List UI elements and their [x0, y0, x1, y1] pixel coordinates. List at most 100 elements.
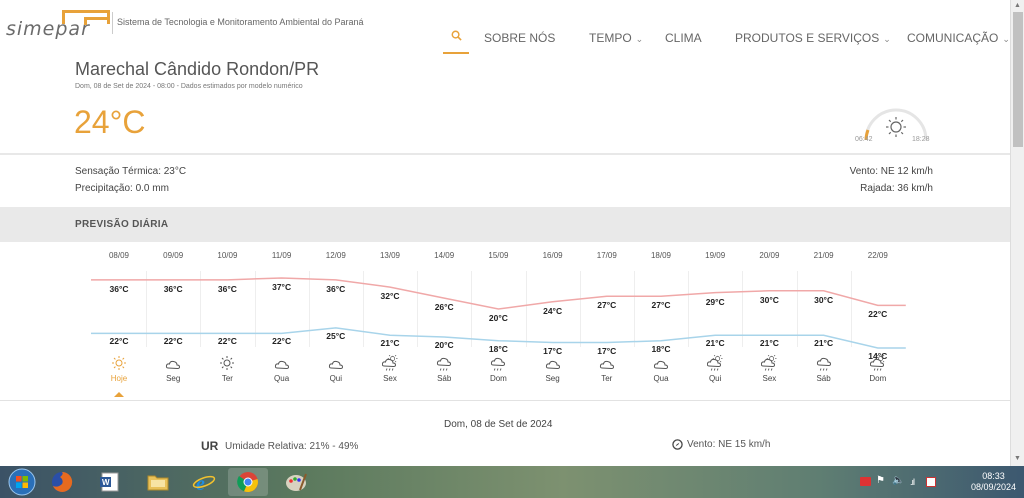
- forecast-min-temp: 22°C: [272, 336, 292, 347]
- forecast-min-temp: 25°C: [326, 330, 346, 341]
- precipitation: Precipitação: 0.0 mm: [75, 183, 169, 194]
- day-divider: [417, 271, 419, 347]
- page-scrollbar[interactable]: ▲ ▼: [1010, 0, 1024, 466]
- forecast-day-label: Qua: [274, 374, 290, 383]
- sun-rain-icon: [381, 353, 398, 371]
- forecast-min-temp: 20°C: [434, 340, 454, 351]
- forecast-max-temp: 32°C: [380, 291, 400, 302]
- forecast-min-temp: 21°C: [705, 338, 725, 349]
- flag-icon[interactable]: ⚑: [876, 475, 885, 486]
- search-button[interactable]: [443, 22, 469, 54]
- nav-clima[interactable]: CLIMA: [665, 31, 702, 45]
- partly-cloudy-icon: [328, 355, 344, 371]
- firefox-button[interactable]: [42, 468, 82, 496]
- start-button[interactable]: [2, 468, 42, 496]
- forecast-day-label: Sáb: [816, 374, 831, 383]
- city-name: Marechal Cândido Rondon/PR: [75, 59, 320, 79]
- scroll-up-icon[interactable]: ▲: [1014, 2, 1021, 9]
- humidity-text: Umidade Relativa: 21% - 49%: [225, 441, 359, 452]
- sun-rain-icon: [761, 353, 777, 371]
- chrome-icon: [237, 472, 258, 493]
- notification-red-icon[interactable]: [860, 477, 871, 486]
- partly-cloudy-icon: [545, 355, 561, 371]
- action-center-icon[interactable]: [926, 477, 936, 487]
- forecast-day-label: Sex: [762, 374, 777, 383]
- forecast-day-label: Qua: [653, 374, 669, 383]
- forecast-min-temp: 18°C: [651, 343, 671, 354]
- volume-icon[interactable]: 🔈: [892, 475, 904, 486]
- forecast-min-temp: 22°C: [163, 336, 183, 347]
- forecast-date: 18/09: [650, 251, 672, 260]
- day-divider: [254, 271, 256, 347]
- firefox-icon: [52, 471, 73, 492]
- word-button[interactable]: W: [90, 468, 130, 496]
- word-icon: W: [100, 472, 119, 492]
- file-explorer-button[interactable]: [138, 468, 178, 496]
- forecast-date: 09/09: [163, 251, 184, 260]
- forecast-date: 20/09: [759, 251, 780, 260]
- internet-explorer-button[interactable]: e: [184, 468, 224, 496]
- forecast-day-label: Dom: [489, 374, 507, 383]
- sun-icon: [219, 355, 235, 371]
- forecast-max-temp: 24°C: [543, 305, 563, 316]
- windows-start-icon: [8, 468, 36, 496]
- forecast-date: 14/09: [434, 251, 455, 260]
- forecast-date: 08/09: [108, 251, 130, 260]
- folder-icon: [147, 475, 169, 491]
- scroll-down-icon[interactable]: ▼: [1014, 455, 1021, 462]
- forecast-day-label: Dom: [869, 374, 887, 383]
- forecast-max-temp: 36°C: [163, 283, 183, 294]
- forecast-max-temp: 27°C: [597, 300, 617, 311]
- day-divider: [633, 271, 635, 347]
- forecast-min-temp: 21°C: [759, 338, 779, 349]
- day-divider: [742, 271, 744, 347]
- scroll-thumb[interactable]: [1013, 12, 1023, 147]
- network-icon[interactable]: .ıl: [910, 477, 915, 487]
- detail-date: Dom, 08 de Set de 2024: [444, 419, 553, 430]
- forecast-date: 19/09: [705, 251, 726, 260]
- forecast-max-temp: 36°C: [326, 283, 346, 294]
- forecast-day-label: Sex: [383, 374, 397, 383]
- wind-now: Vento: NE 12 km/h: [849, 166, 933, 177]
- forecast-min-temp: 21°C: [814, 338, 834, 349]
- chrome-button[interactable]: [228, 468, 268, 496]
- forecast-day-label: Ter: [601, 374, 613, 383]
- today-marker: [114, 392, 124, 397]
- nav-tempo[interactable]: TEMPO ⌄: [589, 31, 643, 45]
- forecast-min-temp: 22°C: [217, 336, 237, 347]
- forecast-max-temp: 30°C: [759, 294, 779, 305]
- partly-cloudy-icon: [653, 355, 669, 371]
- nav-sobre-nos[interactable]: SOBRE NÓS: [484, 31, 555, 45]
- site-subtitle: Sistema de Tecnologia e Monitoramento Am…: [117, 17, 364, 27]
- forecast-max-temp: 30°C: [814, 294, 834, 305]
- taskbar-clock[interactable]: 08:33 08/09/2024: [971, 471, 1016, 493]
- day-divider: [796, 271, 798, 347]
- paint-button[interactable]: [276, 468, 316, 496]
- nav-produtos-servicos[interactable]: PRODUTOS E SERVIÇOS ⌄: [735, 31, 891, 45]
- partly-cloudy-icon: [599, 355, 615, 371]
- nav-comunicacao[interactable]: COMUNICAÇÃO ⌄: [907, 31, 1010, 45]
- paint-icon: [286, 473, 307, 491]
- forecast-date: 21/09: [813, 251, 834, 260]
- sun-rain-icon: [869, 353, 886, 371]
- chevron-down-icon: ⌄: [883, 34, 891, 44]
- sunset-time: 18:28: [912, 136, 930, 143]
- forecast-date: 16/09: [542, 251, 563, 260]
- forecast-day-label: Seg: [545, 374, 560, 383]
- day-divider: [688, 271, 690, 347]
- forecast-max-temp: 36°C: [217, 283, 237, 294]
- forecast-max-temp: 36°C: [109, 283, 129, 294]
- day-divider: [308, 271, 310, 347]
- forecast-date: 22/09: [867, 251, 888, 260]
- forecast-day-label: Hoje: [110, 374, 128, 383]
- forecast-day-label: Seg: [166, 374, 181, 383]
- forecast-day-label: Qui: [329, 374, 343, 383]
- forecast-max-temp: 26°C: [434, 302, 454, 313]
- forecast-max-temp: 20°C: [488, 313, 508, 324]
- day-divider: [146, 271, 148, 347]
- date-note: Dom, 08 de Set de 2024 - 08:00 - Dados e…: [75, 83, 303, 90]
- forecast-min-temp: 21°C: [380, 338, 400, 349]
- simepar-logo[interactable]: simepar: [6, 10, 112, 40]
- sun-icon: [111, 355, 127, 371]
- chevron-down-icon: ⌄: [1002, 34, 1010, 44]
